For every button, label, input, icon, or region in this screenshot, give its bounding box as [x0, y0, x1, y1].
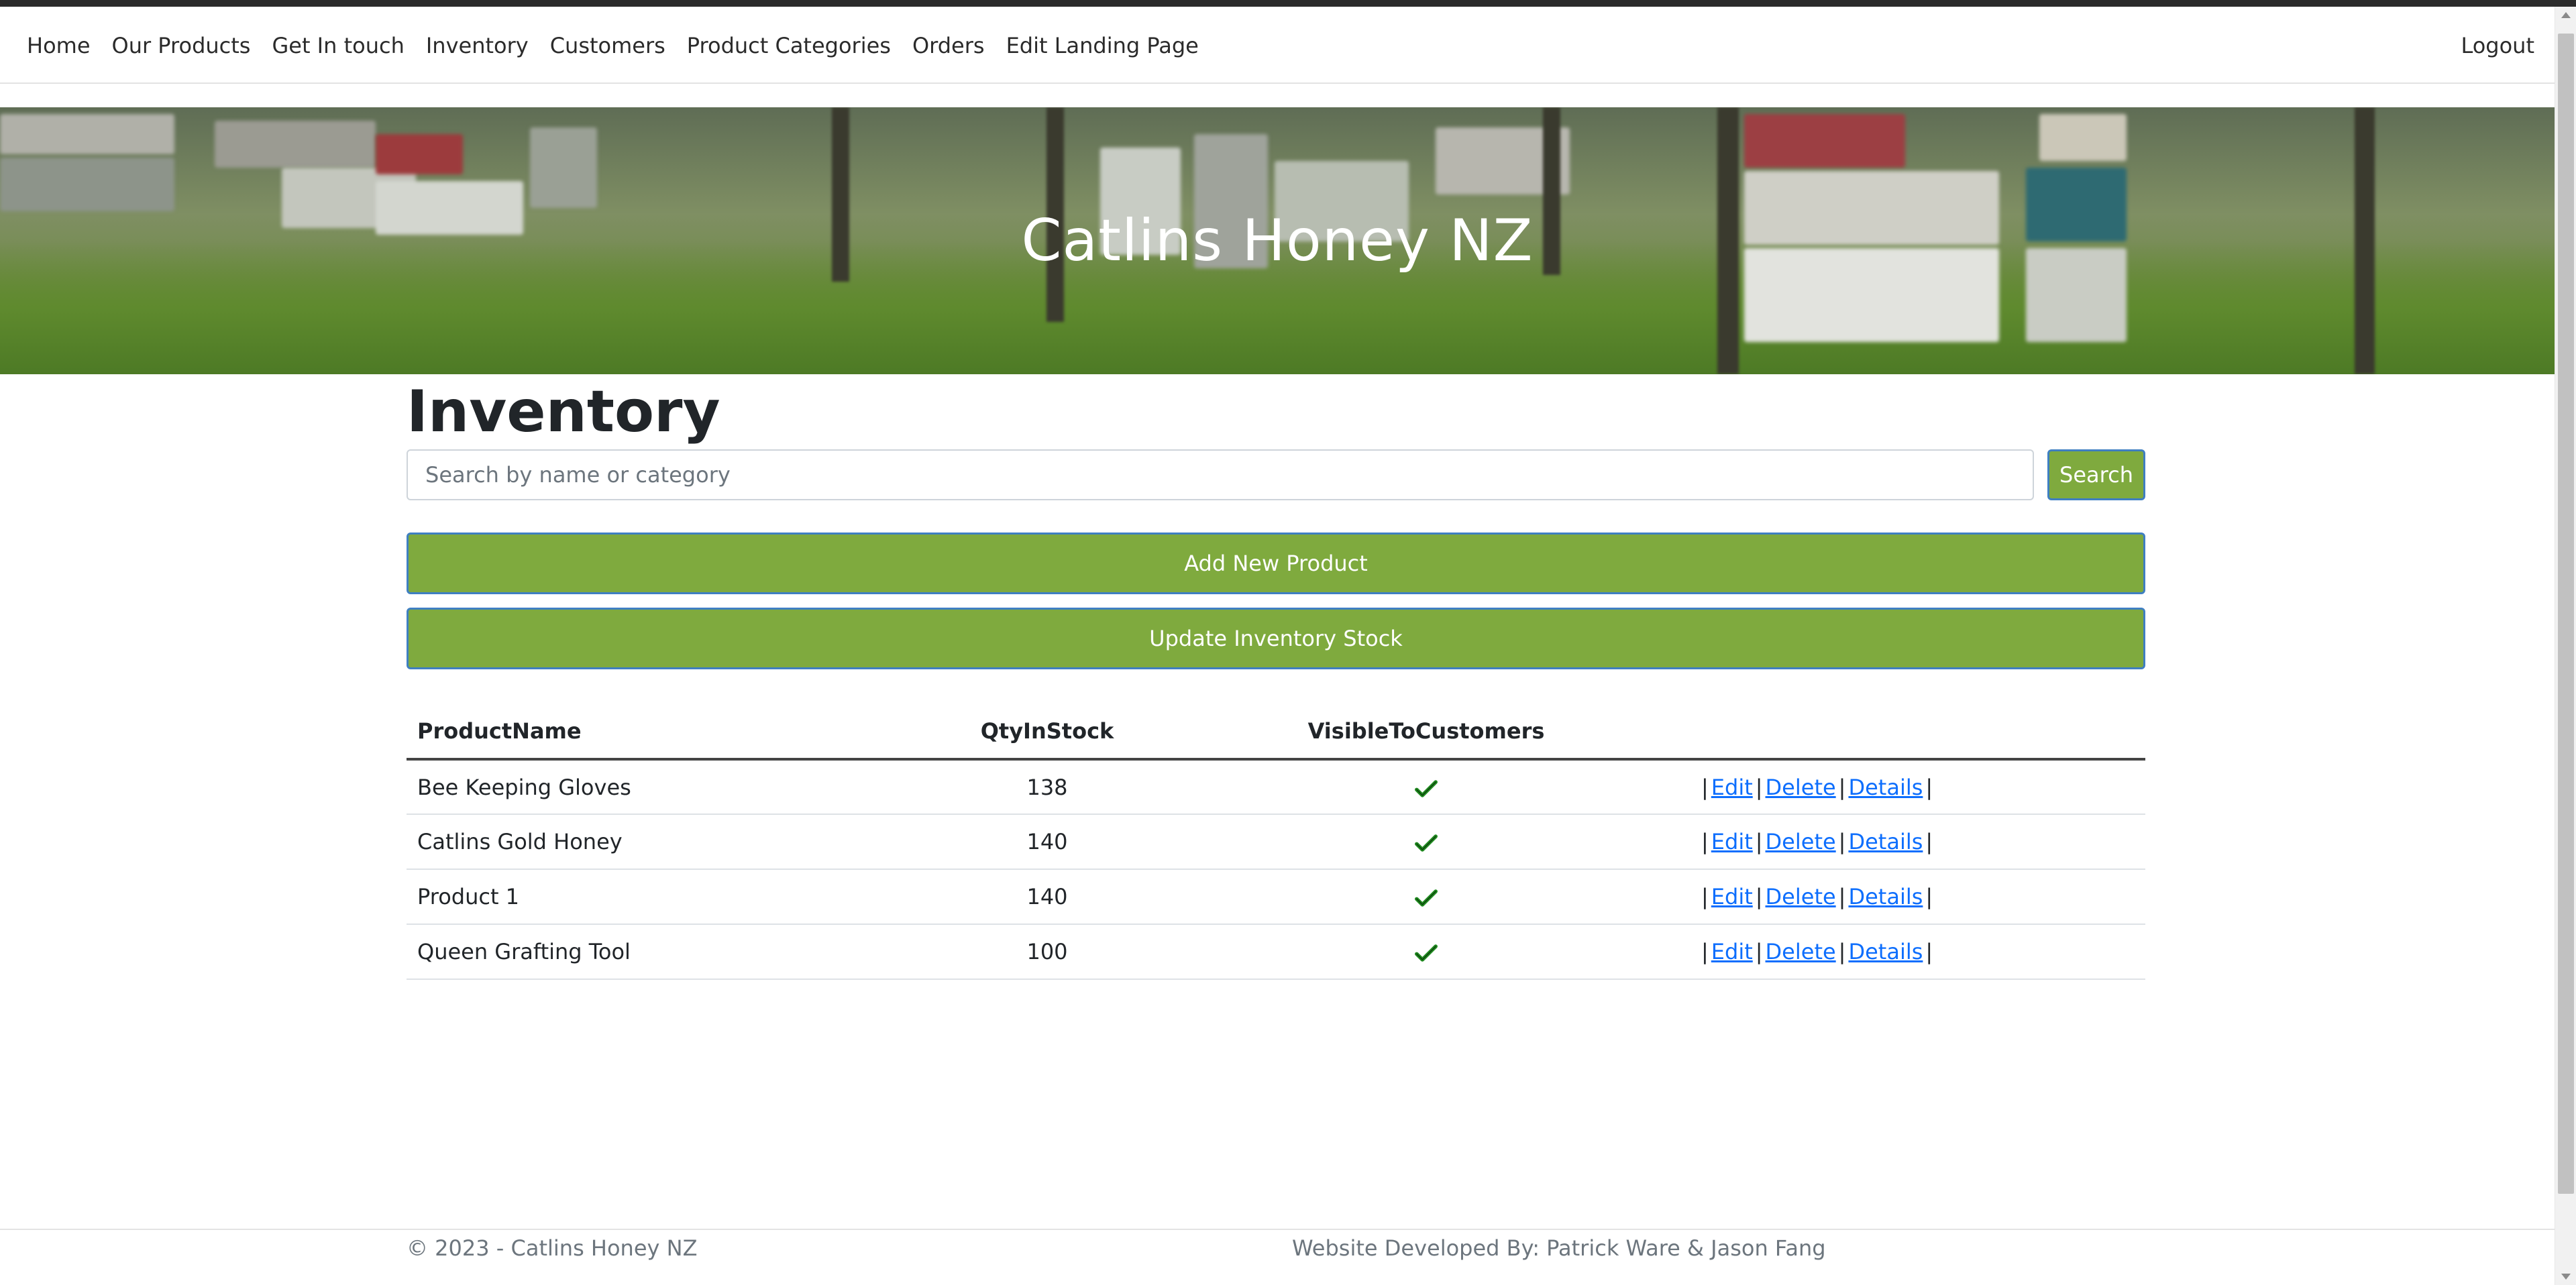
nav-our-products[interactable]: Our Products [112, 33, 251, 58]
delete-link[interactable]: Delete [1766, 939, 1836, 964]
hero-banner: Catlins Honey NZ [0, 107, 2555, 374]
inventory-table: ProductName QtyInStock VisibleToCustomer… [407, 704, 2145, 980]
cell-product-name: Bee Keeping Gloves [407, 759, 930, 815]
footer-copyright: © 2023 - Catlins Honey NZ [407, 1235, 698, 1261]
check-icon [1415, 889, 1438, 907]
edit-link[interactable]: Edit [1711, 884, 1753, 909]
check-icon [1415, 944, 1438, 962]
scroll-down-arrow-icon[interactable] [2561, 1274, 2571, 1280]
col-header-qtyinstock: QtyInStock [930, 704, 1165, 761]
cell-qty: 138 [930, 759, 1165, 815]
table-row: Bee Keeping Gloves 138 | Edit | Delete | Deta… [407, 759, 2145, 815]
action-separator: | [1838, 774, 1846, 800]
edit-link[interactable]: Edit [1711, 829, 1753, 854]
delete-link[interactable]: Delete [1766, 829, 1836, 854]
cell-qty: 140 [930, 869, 1165, 925]
page-footer: © 2023 - Catlins Honey NZ Website Develo… [0, 1229, 2555, 1285]
page-scrollbar[interactable] [2555, 7, 2576, 1285]
table-header-row: ProductName QtyInStock VisibleToCustomer… [407, 704, 2145, 761]
action-separator: | [1838, 829, 1846, 854]
cell-product-name: Product 1 [407, 869, 930, 925]
cell-visible [1165, 814, 1688, 870]
window-top-border [0, 0, 2576, 7]
table-row: Product 1 140 | Edit | Delete | Details | [407, 869, 2145, 925]
col-header-productname: ProductName [407, 704, 930, 761]
action-separator: | [1838, 884, 1846, 909]
action-separator: | [1701, 884, 1709, 909]
nav-get-in-touch[interactable]: Get In touch [272, 33, 404, 58]
nav-inventory[interactable]: Inventory [426, 33, 529, 58]
hero-title: Catlins Honey NZ [1021, 207, 1534, 274]
table-row: Queen Grafting Tool 100 | Edit | Delete | Det… [407, 924, 2145, 980]
cell-actions: | Edit | Delete | Details | [1688, 759, 2145, 815]
cell-visible [1165, 924, 1688, 980]
col-header-visibletocustomers: VisibleToCustomers [1165, 704, 1688, 761]
scrollbar-thumb[interactable] [2558, 34, 2574, 1194]
nav-home[interactable]: Home [27, 33, 91, 58]
search-button[interactable]: Search [2047, 449, 2145, 500]
col-header-actions [1688, 704, 2145, 761]
details-link[interactable]: Details [1848, 939, 1923, 964]
action-separator: | [1925, 774, 1933, 800]
search-input[interactable] [407, 449, 2034, 500]
scroll-up-arrow-icon[interactable] [2561, 12, 2571, 18]
update-inventory-stock-button[interactable]: Update Inventory Stock [407, 608, 2145, 669]
cell-qty: 100 [930, 924, 1165, 980]
footer-developers: Website Developed By: Patrick Ware & Jas… [1292, 1235, 1826, 1261]
action-separator: | [1701, 774, 1709, 800]
edit-link[interactable]: Edit [1711, 939, 1753, 964]
check-icon [1415, 779, 1438, 797]
action-separator: | [1925, 939, 1933, 964]
nav-orders[interactable]: Orders [912, 33, 985, 58]
cell-qty: 140 [930, 814, 1165, 870]
delete-link[interactable]: Delete [1766, 884, 1836, 909]
delete-link[interactable]: Delete [1766, 775, 1836, 800]
edit-link[interactable]: Edit [1711, 775, 1753, 800]
add-new-product-button[interactable]: Add New Product [407, 533, 2145, 594]
action-separator: | [1925, 829, 1933, 854]
cell-visible [1165, 759, 1688, 815]
action-separator: | [1925, 884, 1933, 909]
table-row: Catlins Gold Honey 140 | Edit | Delete | Deta… [407, 814, 2145, 870]
page-title: Inventory [407, 378, 720, 445]
action-separator: | [1701, 829, 1709, 854]
cell-actions: | Edit | Delete | Details | [1688, 924, 2145, 980]
cell-product-name: Queen Grafting Tool [407, 924, 930, 980]
cell-visible [1165, 869, 1688, 925]
logout-link[interactable]: Logout [2461, 7, 2534, 84]
action-separator: | [1701, 939, 1709, 964]
nav-edit-landing-page[interactable]: Edit Landing Page [1006, 33, 1199, 58]
nav-product-categories[interactable]: Product Categories [687, 33, 891, 58]
cell-product-name: Catlins Gold Honey [407, 814, 930, 870]
top-navbar: Home Our Products Get In touch Inventory… [0, 7, 2555, 84]
details-link[interactable]: Details [1848, 829, 1923, 854]
details-link[interactable]: Details [1848, 884, 1923, 909]
action-separator: | [1755, 939, 1763, 964]
check-icon [1415, 834, 1438, 852]
action-separator: | [1755, 829, 1763, 854]
cell-actions: | Edit | Delete | Details | [1688, 814, 2145, 870]
action-separator: | [1755, 774, 1763, 800]
cell-actions: | Edit | Delete | Details | [1688, 869, 2145, 925]
action-separator: | [1838, 939, 1846, 964]
action-separator: | [1755, 884, 1763, 909]
nav-links: Home Our Products Get In touch Inventory… [27, 7, 1220, 84]
nav-customers[interactable]: Customers [550, 33, 665, 58]
details-link[interactable]: Details [1848, 775, 1923, 800]
